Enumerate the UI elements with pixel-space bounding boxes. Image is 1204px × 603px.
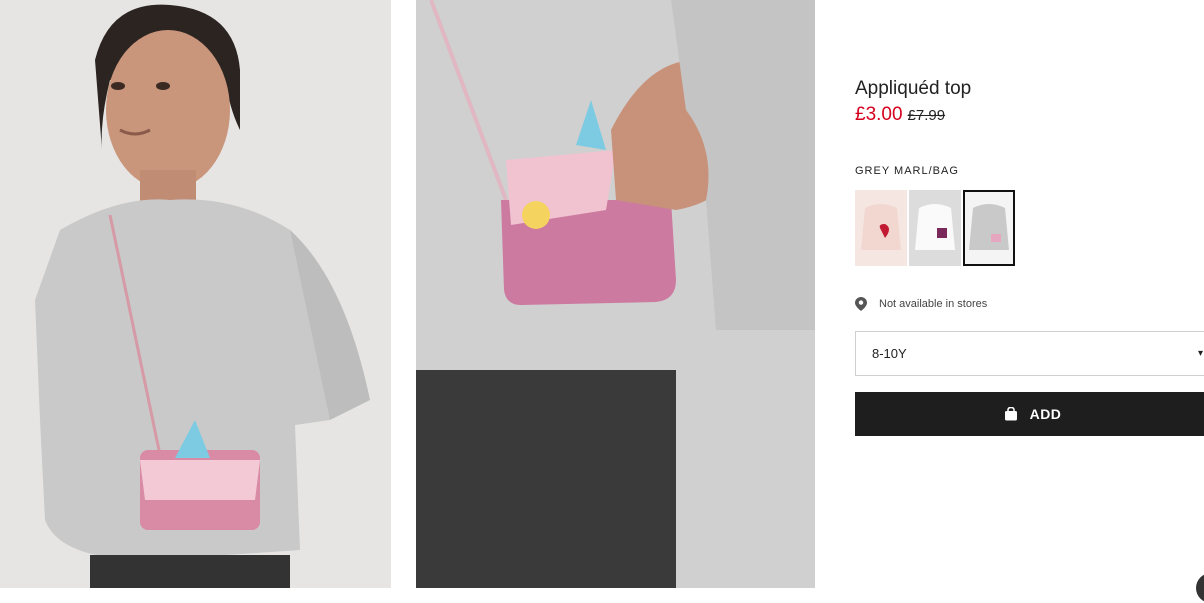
shopping-bag-icon — [1004, 407, 1017, 421]
chevron-down-icon: ▾ — [1197, 348, 1203, 359]
store-availability-text: Not available in stores — [879, 298, 988, 310]
color-name: GREY MARL/BAG — [855, 165, 959, 177]
swatch-white[interactable] — [909, 190, 961, 266]
model-photo-illustration — [0, 0, 391, 588]
light-pink-top-thumbnail — [855, 190, 907, 266]
product-info-panel: Appliquéd top £3.00£7.99 GREY MARL/BAG — [855, 0, 1204, 593]
size-dropdown[interactable]: 8-10Y ▾ — [855, 331, 1204, 376]
store-availability: Not available in stores — [855, 297, 987, 311]
selected-size: 8-10Y — [872, 346, 907, 361]
grey-top-thumbnail — [965, 192, 1013, 264]
original-price: £7.99 — [907, 107, 946, 124]
price-block: £3.00 £7.99 — [855, 104, 945, 126]
add-to-bag-button[interactable]: ADD — [855, 392, 1204, 436]
location-pin-icon — [855, 297, 867, 311]
white-top-thumbnail — [909, 190, 961, 266]
product-image-main[interactable] — [0, 0, 391, 588]
product-title: Appliquéd top — [855, 78, 972, 99]
color-swatches — [855, 190, 1017, 266]
swatch-light-pink[interactable] — [855, 190, 907, 266]
sale-price: £3.00 — [855, 104, 903, 125]
add-button-label: ADD — [1029, 406, 1062, 422]
swatch-grey-marl[interactable] — [963, 190, 1015, 266]
product-image-detail[interactable] — [416, 0, 815, 588]
detail-photo-illustration — [416, 0, 815, 588]
